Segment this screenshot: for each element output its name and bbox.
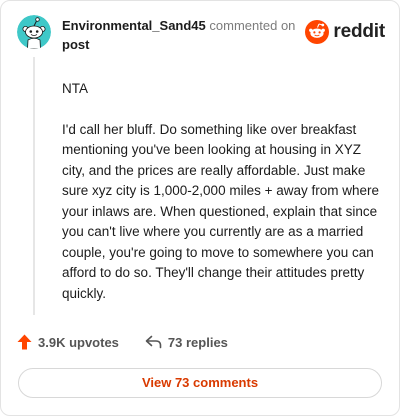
reddit-logo-icon	[305, 20, 330, 44]
user-avatar[interactable]	[17, 15, 51, 49]
reddit-brand[interactable]: reddit	[305, 20, 385, 44]
upvote-arrow-icon	[17, 334, 32, 350]
thread-line	[33, 57, 35, 315]
comment-verdict: NTA	[62, 81, 88, 96]
reddit-wordmark: reddit	[333, 21, 385, 42]
reply-arrow-icon	[145, 335, 162, 349]
comment-footer: 3.9K upvotes 73 replies	[17, 334, 228, 350]
upvote-button[interactable]: 3.9K upvotes	[17, 334, 119, 350]
upvote-count: 3.9K upvotes	[38, 334, 119, 350]
comment-body: NTA I'd call her bluff. Do something lik…	[62, 79, 387, 304]
commented-on-label: commented on	[209, 18, 296, 33]
view-comments-button[interactable]: View 73 comments	[18, 368, 382, 398]
comment-header: Environmental_Sand45 commented on post	[62, 16, 302, 54]
replies-button[interactable]: 73 replies	[145, 335, 228, 350]
comment-paragraph: I'd call her bluff. Do something like ov…	[62, 121, 379, 301]
snoo-avatar-icon	[17, 15, 51, 49]
post-link[interactable]: post	[62, 37, 89, 52]
replies-count: 73 replies	[167, 334, 228, 350]
username-link[interactable]: Environmental_Sand45	[62, 18, 206, 33]
comment-card: Environmental_Sand45 commented on post r…	[0, 0, 400, 416]
